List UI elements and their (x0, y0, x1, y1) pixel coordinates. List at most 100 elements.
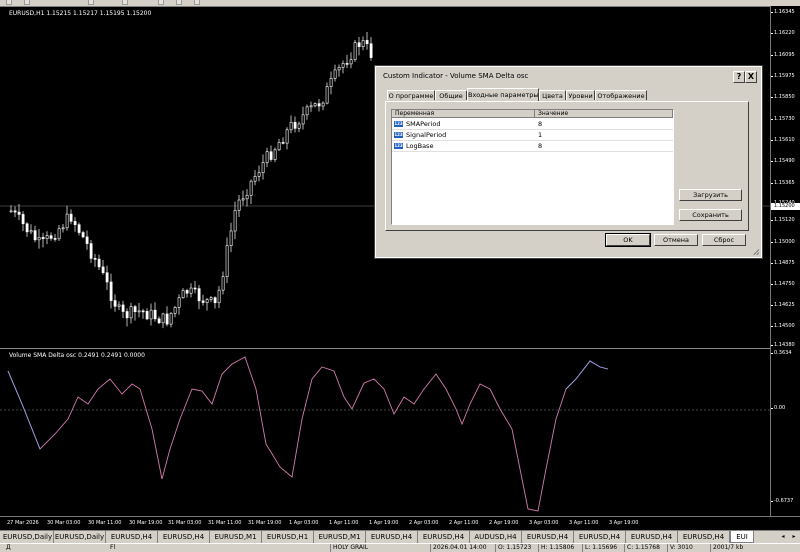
time-tick: 1 Apr 19:00 (369, 520, 399, 526)
candle (181, 288, 185, 299)
time-tick: 2 Apr 19:00 (489, 520, 519, 526)
price-tick: 1.16345 (771, 9, 795, 15)
candle (93, 253, 97, 267)
time-tick: 30 Mar 19:00 (129, 520, 163, 526)
chart-tab[interactable]: EURUSD,H4 (106, 531, 158, 543)
ok-button[interactable]: OK (605, 233, 651, 247)
candle (65, 205, 69, 231)
toolbar-line-icon[interactable] (88, 0, 94, 5)
price-axis[interactable]: 1.16345 1.16220 1.16095 1.15975 1.15850 1.157… (771, 6, 800, 348)
dialog-tab[interactable]: О программе (387, 90, 435, 100)
candle (349, 52, 353, 69)
candle (101, 259, 105, 275)
candle (13, 206, 17, 218)
chart-tab[interactable]: EURUSD,H1 (262, 531, 314, 543)
toolbar-label-icon[interactable] (176, 0, 182, 5)
param-row[interactable]: 123 SMAPeriod 8 (392, 119, 673, 130)
reset-button[interactable]: Сброс (702, 234, 746, 246)
toolbar-cursor-icon[interactable] (6, 0, 12, 5)
candle (41, 232, 45, 248)
chart-tab[interactable]: EURUSD,M1 (210, 531, 262, 543)
chart-tab[interactable]: EURUSD,H4 (158, 531, 210, 543)
status-cell: HOLY GRAIL (330, 544, 426, 552)
indicator-axis[interactable]: 0.3634 0.00 -0.6737 (770, 348, 800, 516)
indicator-axis-zero: 0.00 (770, 405, 786, 411)
chart-tab[interactable]: EURUSD,M1 (314, 531, 366, 543)
chart-tab[interactable]: AUDUSD,H4 (470, 531, 522, 543)
time-tick: 1 Apr 11:00 (329, 520, 359, 526)
candle (121, 300, 125, 318)
candle (233, 201, 237, 240)
column-header-variable[interactable]: Переменная (392, 110, 535, 118)
candle (345, 54, 349, 68)
time-tick: 30 Mar 11:00 (88, 520, 122, 526)
price-tick: 1.14625 (771, 302, 795, 308)
param-value[interactable]: 8 (538, 119, 542, 129)
candle (69, 209, 73, 225)
candle (109, 273, 113, 309)
time-tick: 27 Mar 2026 (7, 520, 39, 526)
toolbar-crosshair-icon[interactable] (24, 0, 30, 5)
param-row[interactable]: 123 LogBase 8 (392, 141, 673, 152)
candle (57, 225, 61, 242)
candle (173, 305, 177, 318)
price-tick: 1.15120 (771, 217, 795, 223)
toolbar-text-icon[interactable] (158, 0, 164, 5)
dialog-tab[interactable]: Цвета (539, 90, 566, 100)
candle (365, 32, 369, 50)
dialog-tab[interactable]: Общие (435, 90, 467, 100)
indicator-canvas (0, 356, 770, 512)
toolbar-channel-icon[interactable] (122, 0, 128, 5)
candle (213, 296, 217, 309)
candle (261, 154, 265, 180)
candle (205, 297, 209, 311)
chart-tab[interactable]: EURUSD,H4 (574, 531, 626, 543)
param-row[interactable]: 123 SignalPeriod 1 (392, 130, 673, 141)
candle (33, 225, 37, 243)
time-tick: 2 Apr 11:00 (449, 520, 479, 526)
candle (29, 224, 33, 235)
resize-grip-icon[interactable] (753, 249, 759, 255)
price-tick: 1.15365 (771, 180, 795, 186)
close-button[interactable]: X (745, 71, 757, 83)
candle (333, 64, 337, 82)
candle (217, 286, 221, 309)
cancel-button[interactable]: Отмена (654, 234, 698, 246)
chart-tab[interactable]: EURUSD,H4 (522, 531, 574, 543)
load-button[interactable]: Загрузить (679, 189, 742, 201)
toolbar-arrows-icon[interactable] (194, 0, 200, 5)
candle (21, 211, 25, 232)
candle (9, 205, 13, 213)
candle (321, 101, 325, 111)
chart-symbol-label: EURUSD,H1 1.15215 1.15217 1.15195 1.1520… (9, 10, 152, 17)
time-axis[interactable]: 27 Mar 2026 30 Mar 03:00 30 Mar 11:00 30 Ma… (0, 516, 800, 530)
dialog-title-bar[interactable]: Custom Indicator - Volume SMA Delta osc … (378, 69, 757, 83)
indicator-window[interactable]: Volume SMA Delta osc 0.2491 0.2491 0.000… (0, 348, 771, 516)
chart-tab[interactable]: EURUSD,H4 (626, 531, 678, 543)
dialog-tab[interactable]: Уровни (566, 90, 595, 100)
params-table[interactable]: Переменная Значение 123 SMAPeriod 8 123 Sign… (391, 109, 674, 225)
candle (177, 294, 181, 315)
chart-tab[interactable]: EURUSD,Daily (54, 531, 106, 543)
dialog-tab[interactable]: Отображение (595, 90, 647, 100)
tab-scroll-left-icon[interactable]: ◂ (778, 532, 788, 542)
candle (117, 301, 121, 311)
candle (293, 116, 297, 133)
time-tick: 31 Mar 19:00 (248, 520, 282, 526)
param-value[interactable]: 1 (538, 130, 542, 140)
chart-tab[interactable]: EUI (730, 531, 754, 543)
save-button[interactable]: Сохранить (679, 209, 742, 221)
chart-tab[interactable]: EURUSD,Daily (2, 531, 54, 543)
indicator-axis-top: 0.3634 (771, 350, 792, 356)
tab-scroll-right-icon[interactable]: ▸ (789, 532, 799, 542)
chart-tab[interactable]: EURUSD,H4 (678, 531, 730, 543)
candle (137, 302, 141, 318)
param-value[interactable]: 8 (538, 141, 542, 151)
chart-tab[interactable]: EURUSD,H4 (366, 531, 418, 543)
column-header-value[interactable]: Значение (535, 110, 673, 118)
chart-tab[interactable]: EURUSD,H4 (418, 531, 470, 543)
dialog-tab[interactable]: Входные параметры (467, 88, 539, 101)
help-button[interactable]: ? (733, 71, 745, 83)
candle (49, 232, 53, 241)
indicator-signal-line (7, 360, 609, 450)
